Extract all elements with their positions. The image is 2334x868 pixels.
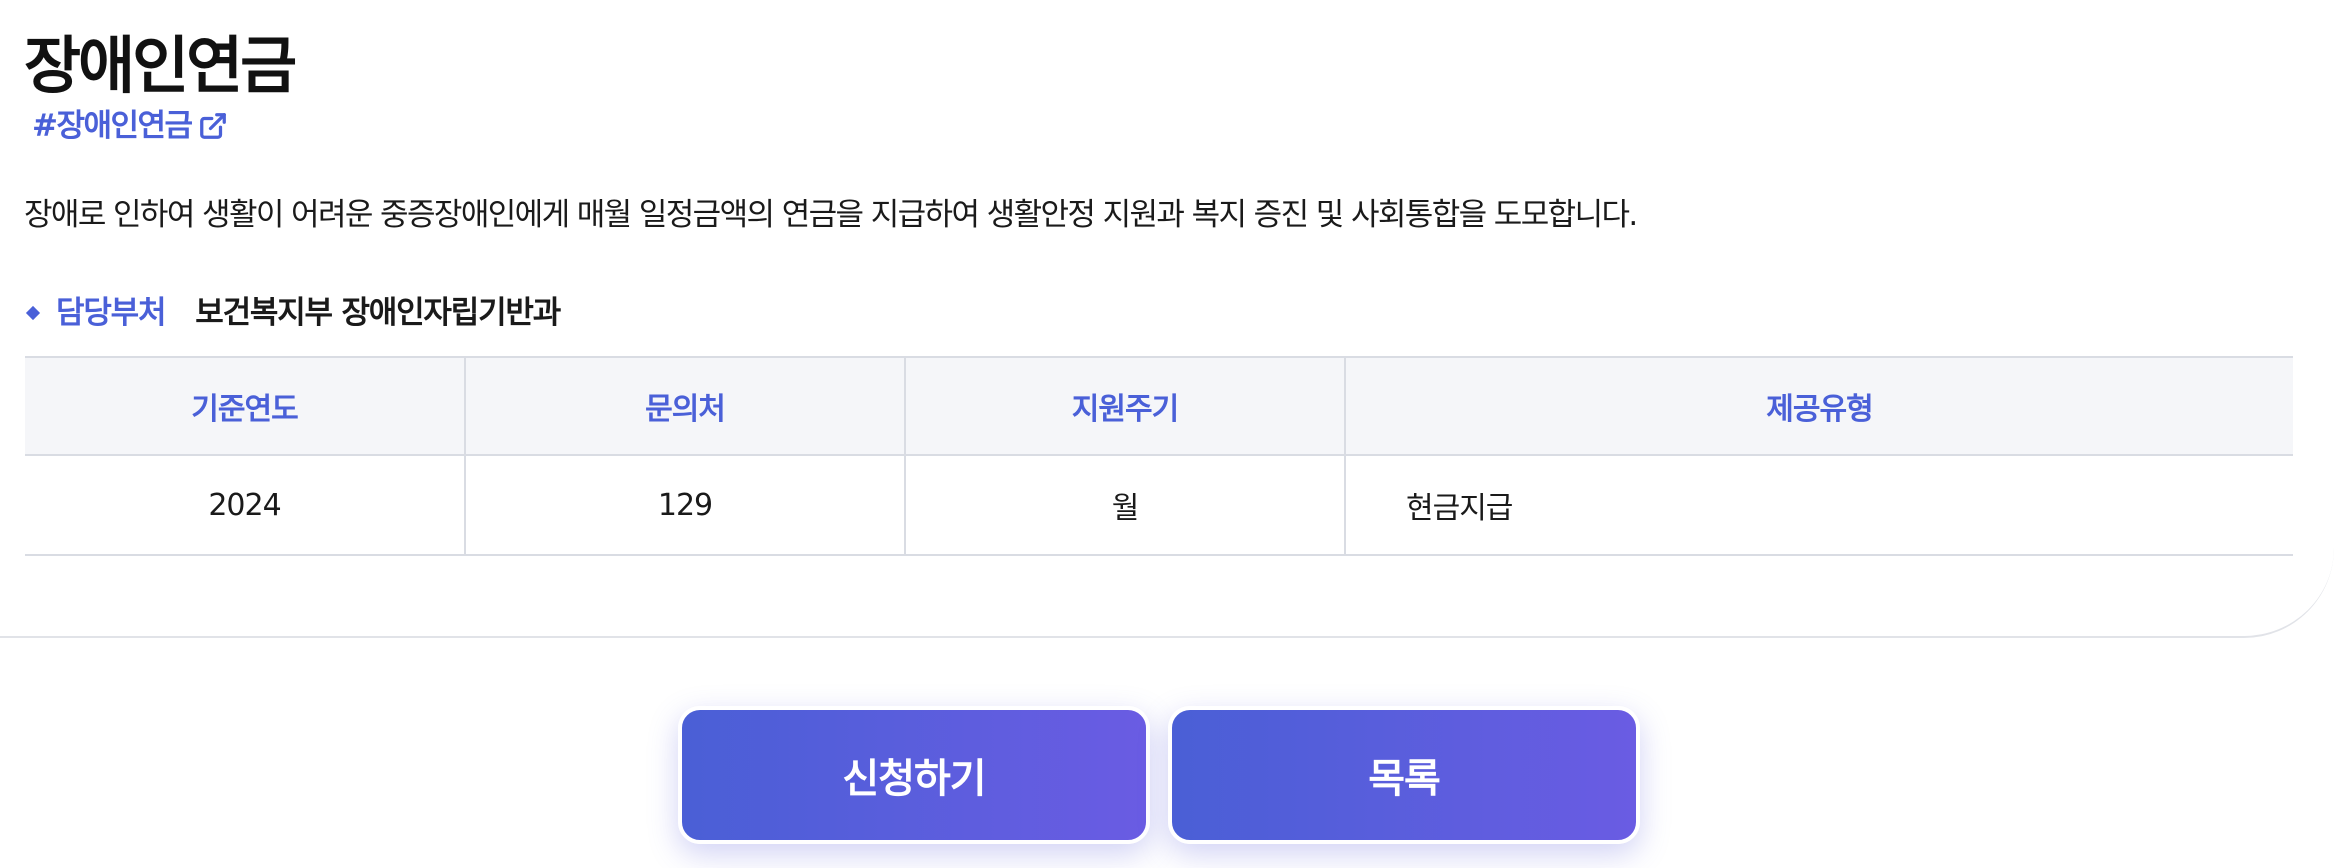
hashtag-link[interactable]: #장애인연금 xyxy=(32,106,228,146)
department-label: 담당부처 xyxy=(56,295,166,331)
department-row: 담당부처 보건복지부 장애인자립기반과 xyxy=(24,292,561,334)
table-row: 2024 129 월 현금지급 xyxy=(25,455,2293,556)
header-provision-type: 제공유형 xyxy=(1345,357,2293,456)
diamond-bullet-icon xyxy=(25,305,41,321)
info-table: 기준연도 문의처 지원주기 제공유형 2024 129 월 현금지급 xyxy=(25,356,2293,556)
department-value: 보건복지부 장애인자립기반과 xyxy=(195,295,561,331)
header-base-year: 기준연도 xyxy=(25,357,466,456)
header-contact: 문의처 xyxy=(465,357,906,456)
content-card: 장애인연금 #장애인연금 장애로 인하여 생활이 어려운 중증장애인에게 매월 … xyxy=(0,0,2334,638)
table-header-row: 기준연도 문의처 지원주기 제공유형 xyxy=(25,357,2293,456)
cell-base-year: 2024 xyxy=(25,455,466,556)
apply-button[interactable]: 신청하기 xyxy=(678,706,1150,844)
external-link-icon xyxy=(199,113,226,139)
cell-support-cycle: 월 xyxy=(905,455,1346,556)
hashtag-label: #장애인연금 xyxy=(32,108,193,144)
cell-provision-type: 현금지급 xyxy=(1345,455,2293,556)
list-button[interactable]: 목록 xyxy=(1168,706,1640,844)
page-title: 장애인연금 xyxy=(24,29,297,102)
cell-contact: 129 xyxy=(465,455,906,556)
header-support-cycle: 지원주기 xyxy=(905,357,1346,456)
service-description: 장애로 인하여 생활이 어려운 중증장애인에게 매월 일정금액의 연금을 지급하… xyxy=(24,197,1638,233)
